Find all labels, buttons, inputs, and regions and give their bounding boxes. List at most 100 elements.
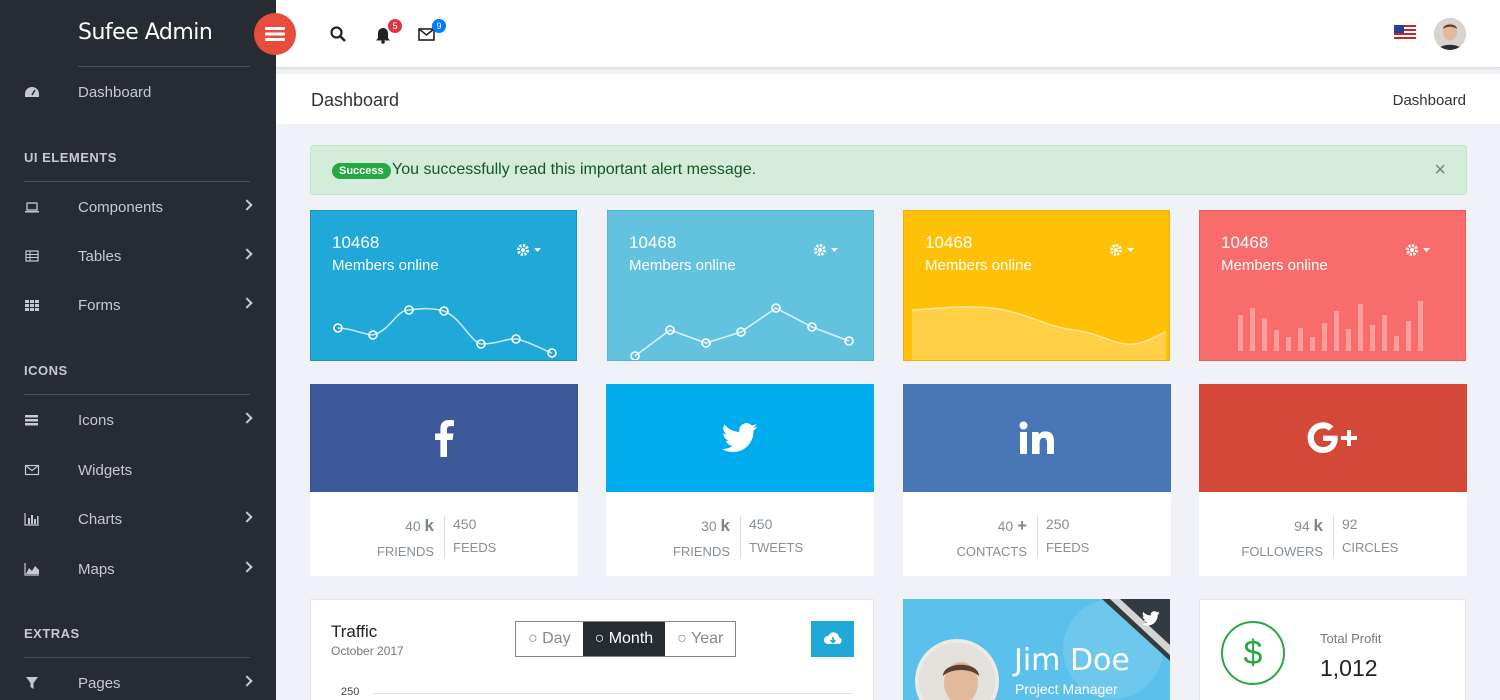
period-option-year[interactable]: ○ Year: [665, 622, 735, 656]
divider: [24, 657, 250, 658]
sidebar-item-forms[interactable]: Forms: [0, 290, 276, 320]
sidebar-item-components[interactable]: Components: [0, 192, 276, 222]
social-card-header[interactable]: [903, 384, 1171, 492]
sidebar-item-tables[interactable]: Tables: [0, 241, 276, 271]
sidebar-item-label: Charts: [78, 510, 123, 528]
search-icon[interactable]: [330, 26, 346, 42]
divider: [78, 66, 250, 67]
download-button[interactable]: [811, 621, 854, 657]
stat-card: 10468 Members online: [607, 210, 874, 361]
menu-icon: [265, 27, 285, 41]
us-flag-icon[interactable]: [1394, 25, 1416, 41]
gear-dropdown-icon[interactable]: [516, 243, 542, 257]
period-option-day[interactable]: ○ Day: [516, 622, 583, 656]
alert-message: You successfully read this important ale…: [392, 161, 757, 178]
success-alert: Success You successfully read this impor…: [310, 145, 1467, 195]
radio-icon: ○: [677, 630, 687, 647]
gear-dropdown-icon[interactable]: [1109, 243, 1135, 257]
social-stat-right: 450 TWEETS: [740, 516, 803, 558]
tasks-icon: [25, 415, 38, 426]
page-title: Dashboard: [311, 90, 400, 110]
stat-unit: k: [424, 516, 434, 535]
stat-caption: FOLLOWERS: [1241, 544, 1323, 559]
stat-caption: FEEDS: [1046, 540, 1090, 555]
menu-toggle-button[interactable]: [254, 13, 296, 55]
social-stat-left: 40 k FRIENDS: [377, 516, 444, 559]
dashboard-icon: [25, 87, 39, 97]
top-header: 5 9: [276, 0, 1500, 68]
section-heading: EXTRAS: [24, 626, 80, 641]
sidebar-item-pages[interactable]: Pages: [0, 668, 276, 698]
radio-icon: ○: [594, 630, 605, 647]
sidebar-item-charts[interactable]: Charts: [0, 504, 276, 534]
twitter-icon[interactable]: [1142, 611, 1160, 626]
social-card-twitter: 30 k FRIENDS 450 TWEETS: [606, 384, 874, 576]
stat-number: 40: [997, 518, 1014, 534]
option-label: Month: [608, 630, 654, 647]
social-stat-left: 40 + CONTACTS: [956, 516, 1037, 559]
y-axis-tick: 250: [341, 686, 360, 698]
social-card-google-plus: 94 k FOLLOWERS 92 CIRCLES: [1199, 384, 1467, 576]
sidebar-item-maps[interactable]: Maps: [0, 554, 276, 584]
sidebar-item-icons[interactable]: Icons: [0, 405, 276, 435]
avatar-icon: [1434, 18, 1466, 50]
stat-value: 10468: [925, 233, 973, 252]
success-badge: Success: [332, 163, 391, 179]
stat-unit: k: [720, 516, 730, 535]
close-icon[interactable]: ×: [1434, 159, 1446, 182]
divider: [24, 181, 250, 182]
social-stat-left: 94 k FOLLOWERS: [1241, 516, 1333, 559]
stat-caption: TWEETS: [749, 540, 804, 555]
stat-label: Members online: [925, 257, 1032, 274]
chevron-right-icon: [241, 248, 253, 260]
twitter-icon: [722, 423, 758, 453]
stat-caption: FRIENDS: [672, 544, 730, 559]
stat-caption: CIRCLES: [1342, 540, 1399, 555]
social-card-linkedin: 40 + CONTACTS 250 FEEDS: [903, 384, 1171, 576]
sidebar-item-widgets[interactable]: Widgets: [0, 455, 276, 485]
laptop-icon: [25, 202, 39, 213]
period-option-month[interactable]: ○ Month: [582, 622, 666, 656]
stat-card: 10468 Members online: [903, 210, 1170, 361]
brand-logo[interactable]: Sufee Admin: [78, 20, 213, 45]
facebook-icon: [435, 420, 454, 457]
stat-value: 10468: [332, 233, 380, 252]
stat-caption: CONTACTS: [956, 544, 1027, 559]
sidebar-item-label: Maps: [78, 560, 115, 578]
social-card-header[interactable]: [310, 384, 578, 492]
sidebar: Sufee Admin Dashboard UI ELEMENTS Compon…: [0, 0, 276, 700]
user-avatar[interactable]: [1434, 18, 1466, 50]
profile-name: Jim Doe: [1014, 643, 1130, 678]
breadcrumb[interactable]: Dashboard: [1393, 92, 1466, 109]
bar-chart-icon: [24, 513, 39, 526]
stat-value: 10468: [629, 233, 677, 252]
traffic-subtitle: October 2017: [331, 644, 404, 658]
person-icon: [919, 643, 995, 700]
sidebar-item-label: Components: [78, 198, 164, 216]
stat-unit: k: [1313, 516, 1323, 535]
sidebar-item-dashboard[interactable]: Dashboard: [0, 77, 276, 107]
gear-dropdown-icon[interactable]: [813, 243, 839, 257]
gear-dropdown-icon[interactable]: [1405, 243, 1431, 257]
social-stat-right: 450 FEEDS: [444, 516, 496, 558]
stat-number: 92: [1342, 516, 1358, 532]
cloud-download-icon: [823, 632, 842, 644]
stat-card: 10468 Members online: [1199, 210, 1466, 361]
stat-number: 40: [405, 518, 421, 534]
stat-card: 10468 Members online: [310, 210, 577, 361]
message-count-badge: 9: [432, 19, 446, 33]
stat-number: 250: [1046, 516, 1070, 532]
chevron-right-icon: [241, 561, 253, 573]
chevron-right-icon: [241, 297, 253, 309]
stat-caption: FRIENDS: [376, 544, 434, 559]
sidebar-item-label: Pages: [78, 674, 121, 692]
area-sparkline: [911, 306, 1167, 360]
profit-label: Total Profit: [1320, 631, 1382, 646]
social-card-header[interactable]: [1199, 384, 1467, 492]
filter-icon: [26, 677, 38, 689]
social-stat-right: 92 CIRCLES: [1333, 516, 1398, 558]
option-label: Year: [691, 630, 724, 647]
line-sparkline: [333, 305, 557, 358]
divider: [24, 394, 250, 395]
social-card-header[interactable]: [606, 384, 874, 492]
